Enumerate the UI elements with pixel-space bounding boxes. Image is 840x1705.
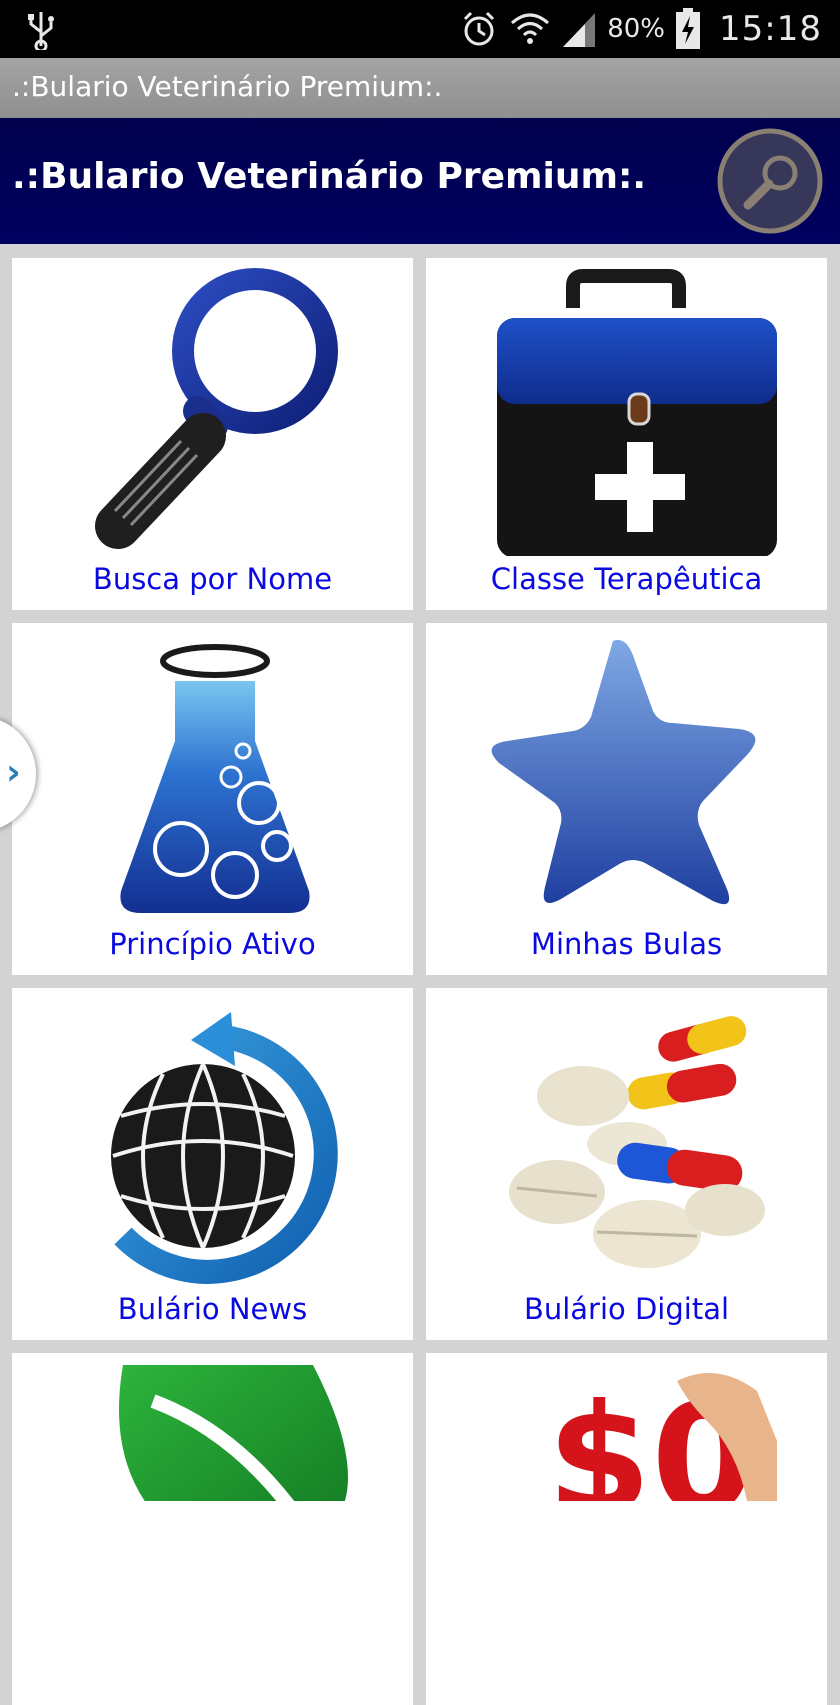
medical-kit-icon [496,269,777,556]
menu-item-label: Busca por Nome [92,562,333,596]
menu-item-principio-ativo[interactable]: Princípio Ativo [12,623,413,975]
menu-item-label: Classe Terapêutica [490,562,763,596]
signal-icon [563,13,596,47]
menu-item-bulario-digital[interactable]: Bulário Digital [426,988,827,1340]
search-icon[interactable] [712,128,828,234]
menu-item-busca-por-nome[interactable]: Busca por Nome [12,258,413,610]
app-title-bar: .:Bulario Veterinário Premium:. [0,58,840,118]
price-zero-icon: $0 [547,1373,777,1501]
menu-item-classe-terapeutica[interactable]: Classe Terapêutica [426,258,827,610]
menu-item-bulario-news[interactable]: Bulário News [12,988,413,1340]
menu-item-label: Bulário News [117,1292,308,1326]
wifi-icon [511,13,550,44]
menu-item-label: Princípio Ativo [109,927,316,961]
menu-item-price[interactable]: $0 [426,1353,827,1705]
chevron-right-icon: › [6,752,21,793]
star-icon [491,639,755,905]
header-title: .:Bulario Veterinário Premium:. [12,156,647,197]
globe-refresh-icon [110,1012,338,1284]
menu-item-label: Bulário Digital [523,1292,730,1326]
menu-item-leaf[interactable] [12,1353,413,1705]
usb-icon [28,12,54,50]
pills-icon [508,1016,765,1268]
clock: 15:18 [719,9,822,49]
battery-percent: 80% [607,14,666,44]
magnifier-icon [94,268,338,549]
app-title: .:Bulario Veterinário Premium:. [12,70,443,103]
menu-item-minhas-bulas[interactable]: Minhas Bulas [426,623,827,975]
alarm-icon [464,11,495,46]
menu-item-label: Minhas Bulas [530,927,723,961]
leaf-icon [118,1365,348,1501]
flask-icon [119,644,310,913]
battery-charging-icon [676,8,701,49]
status-bar: 80% 15:18 [0,0,840,58]
